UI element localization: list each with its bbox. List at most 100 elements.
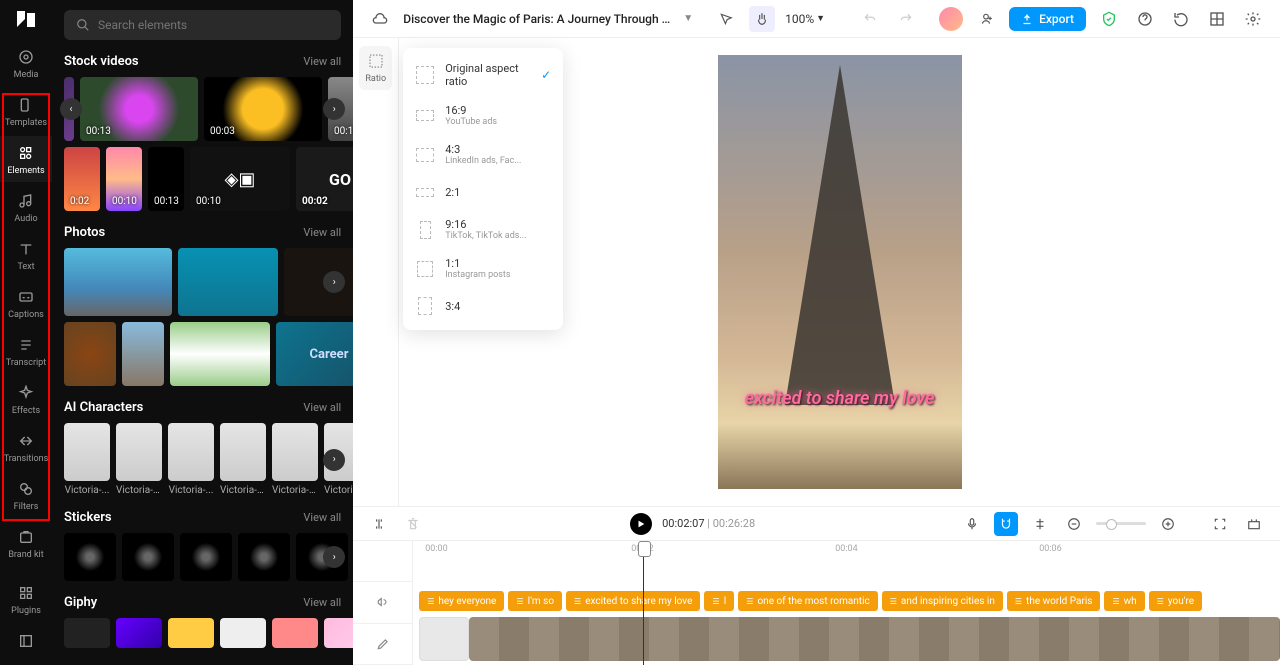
nav-media[interactable]: Media bbox=[0, 40, 52, 86]
ratio-option[interactable]: 3:4 bbox=[409, 288, 557, 324]
export-button[interactable]: Export bbox=[1009, 7, 1086, 31]
ratio-option[interactable]: 2:1 bbox=[409, 174, 557, 210]
video-clip[interactable] bbox=[469, 617, 1280, 661]
thumbnail[interactable] bbox=[64, 423, 110, 481]
undo-button[interactable] bbox=[857, 6, 883, 32]
thumbnail[interactable]: 00:10 bbox=[106, 147, 142, 211]
cursor-tool[interactable] bbox=[713, 6, 739, 32]
scroll-right-button[interactable]: › bbox=[323, 449, 345, 471]
search-bar[interactable] bbox=[64, 10, 341, 40]
thumbnail[interactable] bbox=[324, 618, 353, 648]
thumbnail[interactable] bbox=[64, 533, 116, 581]
thumbnail[interactable] bbox=[116, 423, 162, 481]
caption-clip[interactable]: one of the most romantic bbox=[738, 591, 877, 611]
thumbnail[interactable] bbox=[220, 423, 266, 481]
nav-captions[interactable]: Captions bbox=[0, 280, 52, 326]
share-button[interactable] bbox=[973, 6, 999, 32]
magnet-button[interactable] bbox=[994, 512, 1018, 536]
scroll-right-button[interactable]: › bbox=[323, 98, 345, 120]
nav-transitions[interactable]: Transitions bbox=[0, 424, 52, 470]
timeline-tracks[interactable]: 00:0000:0200:0400:06 hey everyoneI'm soe… bbox=[413, 541, 1280, 665]
thumbnail[interactable]: 00:13 bbox=[148, 147, 184, 211]
thumbnail[interactable] bbox=[64, 322, 116, 386]
view-all-link[interactable]: View all bbox=[303, 226, 341, 239]
zoom-slider[interactable] bbox=[1096, 522, 1146, 525]
nav-filters[interactable]: Filters bbox=[0, 472, 52, 518]
fit-button[interactable] bbox=[1208, 512, 1232, 536]
user-avatar[interactable] bbox=[939, 7, 963, 31]
thumbnail[interactable] bbox=[178, 248, 278, 316]
video-clip[interactable] bbox=[419, 617, 469, 661]
caption-clip[interactable]: excited to share my love bbox=[566, 591, 700, 611]
view-all-link[interactable]: View all bbox=[303, 596, 341, 609]
layout-button[interactable] bbox=[1204, 6, 1230, 32]
thumbnail[interactable] bbox=[64, 248, 172, 316]
zoom-out-button[interactable] bbox=[1062, 512, 1086, 536]
redo-button[interactable] bbox=[893, 6, 919, 32]
thumbnail[interactable] bbox=[122, 322, 164, 386]
play-button[interactable] bbox=[630, 513, 652, 535]
playhead[interactable] bbox=[643, 541, 644, 665]
view-all-link[interactable]: View all bbox=[303, 511, 341, 524]
caption-clip[interactable]: wh bbox=[1104, 591, 1144, 611]
thumbnail[interactable] bbox=[64, 618, 110, 648]
nav-transcript[interactable]: Transcript bbox=[0, 328, 52, 374]
ratio-option[interactable]: 16:9YouTube ads bbox=[409, 96, 557, 135]
project-title[interactable]: Discover the Magic of Paris: A Journey T… bbox=[403, 12, 673, 26]
mic-button[interactable] bbox=[960, 512, 984, 536]
cloud-sync-icon[interactable] bbox=[367, 6, 393, 32]
nav-collapse[interactable] bbox=[0, 624, 52, 656]
ratio-option[interactable]: 1:1Instagram posts bbox=[409, 249, 557, 288]
thumbnail[interactable]: GO00:02 bbox=[296, 147, 353, 211]
zoom-level[interactable]: 100% ▼ bbox=[785, 12, 825, 26]
timeline-ruler[interactable]: 00:0000:0200:0400:06 bbox=[413, 541, 1280, 561]
thumbnail[interactable] bbox=[272, 423, 318, 481]
thumbnail[interactable] bbox=[170, 322, 270, 386]
app-logo[interactable] bbox=[9, 8, 43, 32]
nav-plugins[interactable]: Plugins bbox=[0, 576, 52, 622]
delete-button[interactable] bbox=[401, 512, 425, 536]
caption-clip[interactable]: I bbox=[704, 591, 734, 611]
thumbnail[interactable] bbox=[122, 533, 174, 581]
scroll-right-button[interactable]: › bbox=[323, 546, 345, 568]
caption-clip[interactable]: hey everyone bbox=[419, 591, 504, 611]
thumbnail[interactable] bbox=[238, 533, 290, 581]
caption-clip[interactable]: the world Paris bbox=[1007, 591, 1101, 611]
video-preview[interactable]: excited to share my love bbox=[718, 55, 962, 489]
history-button[interactable] bbox=[1168, 6, 1194, 32]
thumbnail[interactable]: 0:02 bbox=[64, 147, 100, 211]
ratio-option[interactable]: 9:16TikTok, TikTok ads... bbox=[409, 210, 557, 249]
thumbnail[interactable]: ◈▣00:10 bbox=[190, 147, 290, 211]
thumbnail[interactable] bbox=[116, 618, 162, 648]
help-button[interactable] bbox=[1132, 6, 1158, 32]
nav-elements[interactable]: Elements bbox=[0, 136, 52, 182]
thumbnail[interactable]: Career bbox=[276, 322, 353, 386]
shield-icon[interactable] bbox=[1096, 6, 1122, 32]
ratio-button[interactable]: Ratio bbox=[359, 46, 392, 90]
ratio-option[interactable]: 4:3LinkedIn ads, Fac... bbox=[409, 135, 557, 174]
align-button[interactable] bbox=[1028, 512, 1052, 536]
thumbnail[interactable]: 00:13 bbox=[80, 77, 198, 141]
scroll-left-button[interactable]: ‹ bbox=[60, 98, 82, 120]
view-all-link[interactable]: View all bbox=[303, 401, 341, 414]
view-all-link[interactable]: View all bbox=[303, 55, 341, 68]
caption-clip[interactable]: and inspiring cities in bbox=[882, 591, 1003, 611]
hand-tool[interactable] bbox=[749, 6, 775, 32]
caption-clip[interactable]: you're bbox=[1149, 591, 1202, 611]
edit-track-icon[interactable] bbox=[371, 632, 395, 656]
nav-brandkit[interactable]: Brand kit bbox=[0, 520, 52, 566]
settings-button[interactable] bbox=[1240, 6, 1266, 32]
thumbnail[interactable]: 00:03 bbox=[204, 77, 322, 141]
audio-track-icon[interactable] bbox=[371, 590, 395, 614]
split-tool[interactable] bbox=[367, 512, 391, 536]
nav-effects[interactable]: Effects bbox=[0, 376, 52, 422]
thumbnail[interactable] bbox=[220, 618, 266, 648]
thumbnail[interactable] bbox=[272, 618, 318, 648]
thumbnail[interactable] bbox=[168, 618, 214, 648]
ratio-option[interactable]: Original aspect ratio✓ bbox=[409, 54, 557, 96]
caption-clip[interactable]: I'm so bbox=[508, 591, 562, 611]
chevron-down-icon[interactable]: ▼ bbox=[683, 13, 693, 24]
zoom-in-button[interactable] bbox=[1156, 512, 1180, 536]
nav-templates[interactable]: Templates bbox=[0, 88, 52, 134]
thumbnail[interactable] bbox=[180, 533, 232, 581]
